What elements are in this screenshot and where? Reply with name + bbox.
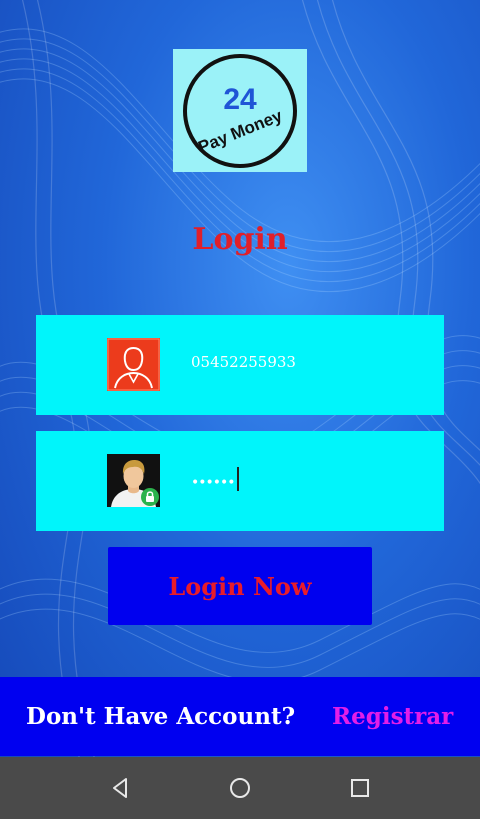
page-title: Login xyxy=(192,222,288,257)
recent-apps-icon[interactable] xyxy=(347,775,373,801)
home-icon[interactable] xyxy=(227,775,253,801)
user-lock-icon xyxy=(107,454,160,507)
password-input-value[interactable]: •••••• xyxy=(191,467,239,495)
password-dots: •••••• xyxy=(191,475,236,491)
no-account-question: Don't Have Account? xyxy=(26,703,296,730)
logo-graphic: 24 Pay Money xyxy=(183,54,297,168)
pay-money-logo: 24 Pay Money xyxy=(173,49,307,172)
user-icon xyxy=(107,338,160,391)
register-link[interactable]: Registrar xyxy=(332,703,453,730)
phone-input-value[interactable]: 05452255933 xyxy=(191,353,296,371)
back-icon[interactable] xyxy=(107,775,133,801)
system-navigation-bar xyxy=(0,757,480,819)
text-caret xyxy=(236,467,239,491)
register-bar: Don't Have Account? Registrar xyxy=(0,677,480,756)
login-now-button[interactable]: Login Now xyxy=(108,547,372,625)
logo-number: 24 xyxy=(223,83,257,116)
phone-field[interactable]: 05452255933 xyxy=(36,315,444,415)
password-field[interactable]: •••••• xyxy=(36,431,444,531)
